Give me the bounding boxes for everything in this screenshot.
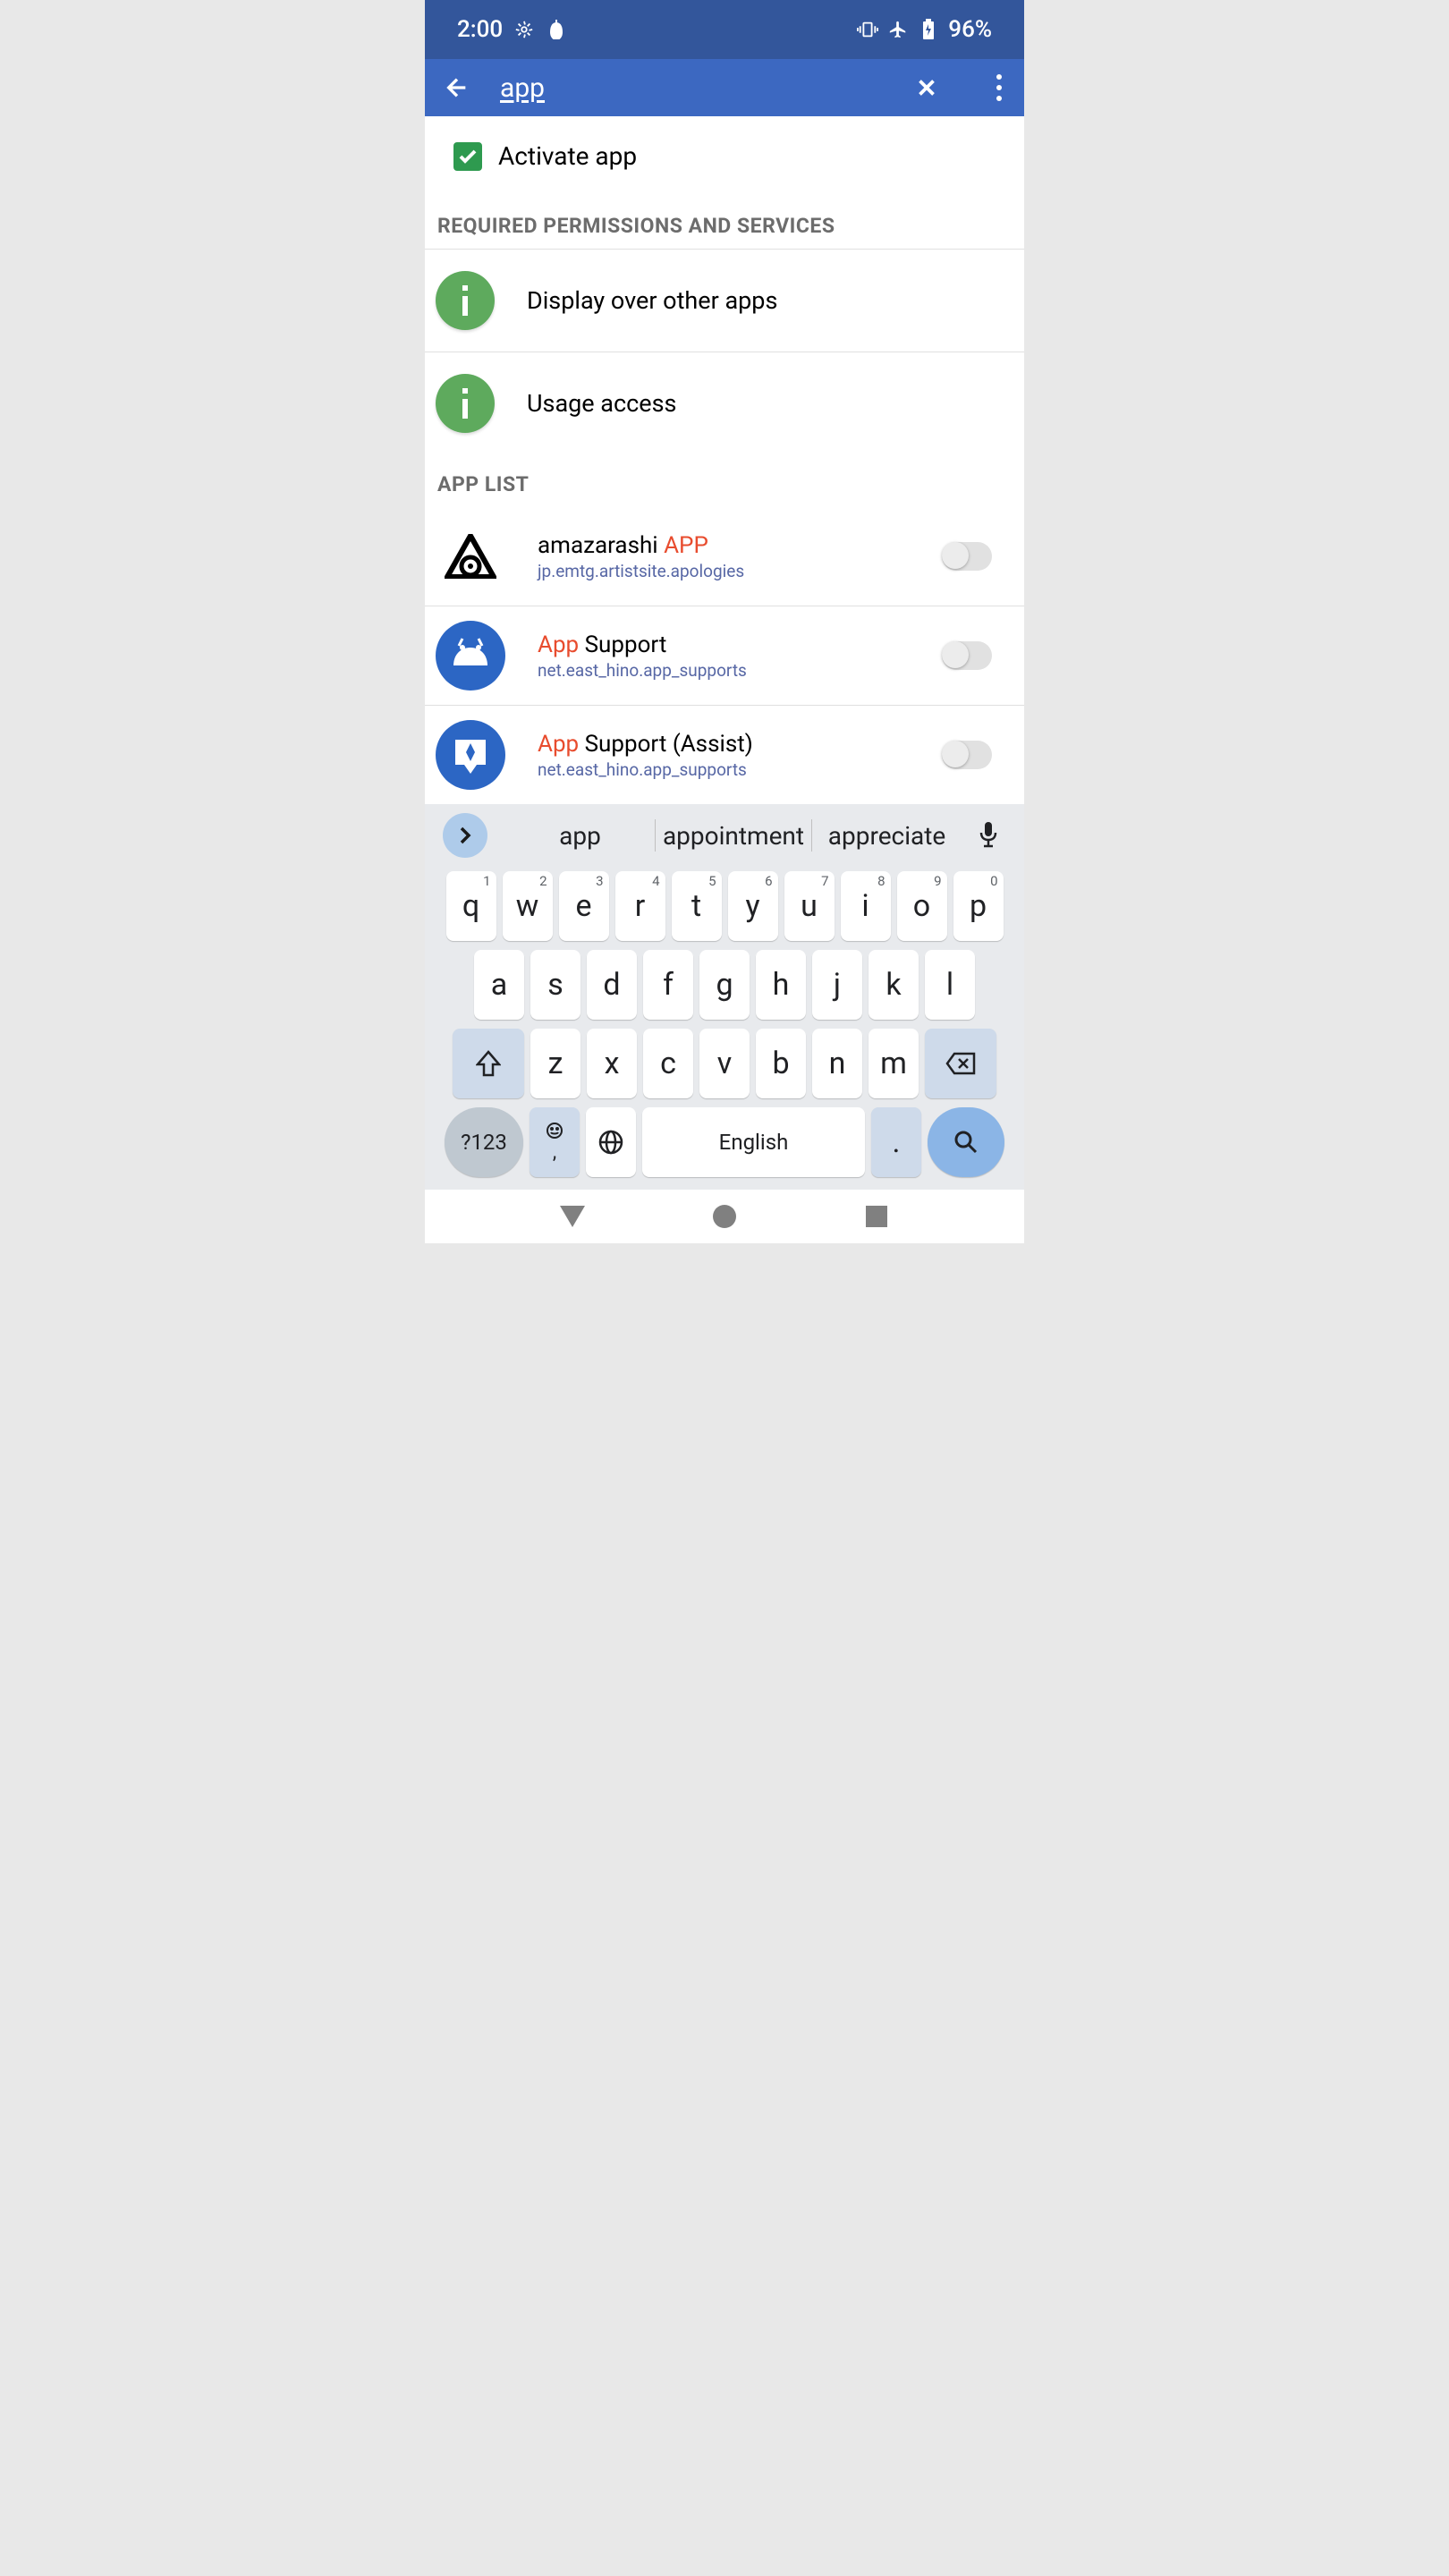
key-j[interactable]: j bbox=[812, 950, 862, 1020]
key-e[interactable]: e3 bbox=[559, 871, 609, 941]
key-z[interactable]: z bbox=[530, 1029, 580, 1098]
key-i[interactable]: i8 bbox=[841, 871, 891, 941]
navigation-bar bbox=[425, 1190, 1024, 1243]
app-name: App Support bbox=[538, 631, 910, 658]
app-name: App Support (Assist) bbox=[538, 731, 910, 758]
nav-recents-button[interactable] bbox=[859, 1199, 894, 1234]
key-s[interactable]: s bbox=[530, 950, 580, 1020]
backspace-key[interactable] bbox=[925, 1029, 996, 1098]
settings-gear-icon bbox=[513, 19, 535, 40]
key-v[interactable]: v bbox=[699, 1029, 750, 1098]
globe-key[interactable] bbox=[586, 1107, 636, 1177]
app-row-app-support-assist[interactable]: App Support (Assist) net.east_hino.app_s… bbox=[425, 706, 1024, 804]
app-package: net.east_hino.app_supports bbox=[538, 660, 910, 681]
activate-label: Activate app bbox=[498, 141, 637, 171]
permission-display-over-apps[interactable]: Display over other apps bbox=[425, 249, 1024, 352]
info-icon bbox=[436, 271, 495, 330]
period-key[interactable]: . bbox=[871, 1107, 921, 1177]
shift-key[interactable] bbox=[453, 1029, 524, 1098]
battery-percent: 96% bbox=[948, 16, 992, 43]
key-t[interactable]: t5 bbox=[672, 871, 722, 941]
emoji-key[interactable]: , bbox=[530, 1107, 580, 1177]
timer-icon bbox=[546, 19, 567, 40]
app-row-app-support[interactable]: App Support net.east_hino.app_supports bbox=[425, 606, 1024, 706]
key-w[interactable]: w2 bbox=[503, 871, 553, 941]
permission-usage-access[interactable]: Usage access bbox=[425, 352, 1024, 454]
key-r[interactable]: r4 bbox=[615, 871, 665, 941]
status-time: 2:00 bbox=[457, 16, 503, 43]
search-query-text: app bbox=[500, 72, 545, 104]
key-c[interactable]: c bbox=[643, 1029, 693, 1098]
key-u[interactable]: u7 bbox=[784, 871, 835, 941]
nav-back-button[interactable] bbox=[555, 1199, 590, 1234]
permission-label: Usage access bbox=[527, 389, 676, 418]
app-package: jp.emtg.artistsite.apologies bbox=[538, 561, 910, 581]
status-bar: 2:00 96% bbox=[425, 0, 1024, 59]
suggestion-row: app appointment appreciate bbox=[425, 804, 1024, 867]
app-toggle[interactable] bbox=[942, 741, 992, 769]
key-h[interactable]: h bbox=[756, 950, 806, 1020]
app-name: amazarashi APP bbox=[538, 532, 910, 559]
applist-section-header: APP LIST bbox=[425, 454, 1024, 507]
vibrate-icon bbox=[857, 19, 878, 40]
battery-charging-icon bbox=[918, 19, 939, 40]
permissions-section-header: REQUIRED PERMISSIONS AND SERVICES bbox=[425, 196, 1024, 249]
voice-input-button[interactable] bbox=[970, 818, 1006, 853]
key-a[interactable]: a bbox=[474, 950, 524, 1020]
key-p[interactable]: p0 bbox=[953, 871, 1004, 941]
nav-home-button[interactable] bbox=[707, 1199, 742, 1234]
keyboard: app appointment appreciate q1w2e3r4t5y6u… bbox=[425, 804, 1024, 1190]
key-b[interactable]: b bbox=[756, 1029, 806, 1098]
key-n[interactable]: n bbox=[812, 1029, 862, 1098]
suggestion-3[interactable]: appreciate bbox=[812, 821, 962, 851]
expand-suggestions-button[interactable] bbox=[443, 813, 487, 858]
airplane-icon bbox=[887, 19, 909, 40]
key-k[interactable]: k bbox=[869, 950, 919, 1020]
symbols-key[interactable]: ?123 bbox=[445, 1107, 523, 1177]
app-icon bbox=[436, 720, 505, 790]
key-row-1: q1w2e3r4t5y6u7i8o9p0 bbox=[425, 867, 1024, 945]
info-icon bbox=[436, 374, 495, 433]
key-l[interactable]: l bbox=[925, 950, 975, 1020]
activate-app-row[interactable]: Activate app bbox=[425, 116, 1024, 196]
key-d[interactable]: d bbox=[587, 950, 637, 1020]
activate-checkbox[interactable] bbox=[453, 142, 482, 171]
permission-label: Display over other apps bbox=[527, 286, 777, 315]
overflow-menu-button[interactable] bbox=[988, 70, 1010, 106]
app-toggle[interactable] bbox=[942, 641, 992, 670]
app-toggle[interactable] bbox=[942, 542, 992, 571]
search-bar: app bbox=[425, 59, 1024, 116]
key-m[interactable]: m bbox=[869, 1029, 919, 1098]
space-key[interactable]: English bbox=[642, 1107, 865, 1177]
key-row-4: ?123 , English . bbox=[425, 1103, 1024, 1190]
app-icon bbox=[436, 621, 505, 691]
key-row-2: asdfghjkl bbox=[425, 945, 1024, 1024]
key-f[interactable]: f bbox=[643, 950, 693, 1020]
clear-button[interactable] bbox=[913, 70, 949, 106]
key-g[interactable]: g bbox=[699, 950, 750, 1020]
search-input[interactable]: app bbox=[500, 72, 888, 104]
suggestion-2[interactable]: appointment bbox=[656, 821, 811, 851]
suggestion-1[interactable]: app bbox=[505, 821, 655, 851]
app-package: net.east_hino.app_supports bbox=[538, 759, 910, 780]
key-q[interactable]: q1 bbox=[446, 871, 496, 941]
app-row-amazarashi[interactable]: amazarashi APP jp.emtg.artistsite.apolog… bbox=[425, 507, 1024, 606]
back-button[interactable] bbox=[439, 70, 475, 106]
key-row-3: zxcvbnm bbox=[425, 1024, 1024, 1103]
search-key[interactable] bbox=[928, 1107, 1004, 1177]
key-x[interactable]: x bbox=[587, 1029, 637, 1098]
key-y[interactable]: y6 bbox=[728, 871, 778, 941]
key-o[interactable]: o9 bbox=[897, 871, 947, 941]
app-icon bbox=[436, 521, 505, 591]
